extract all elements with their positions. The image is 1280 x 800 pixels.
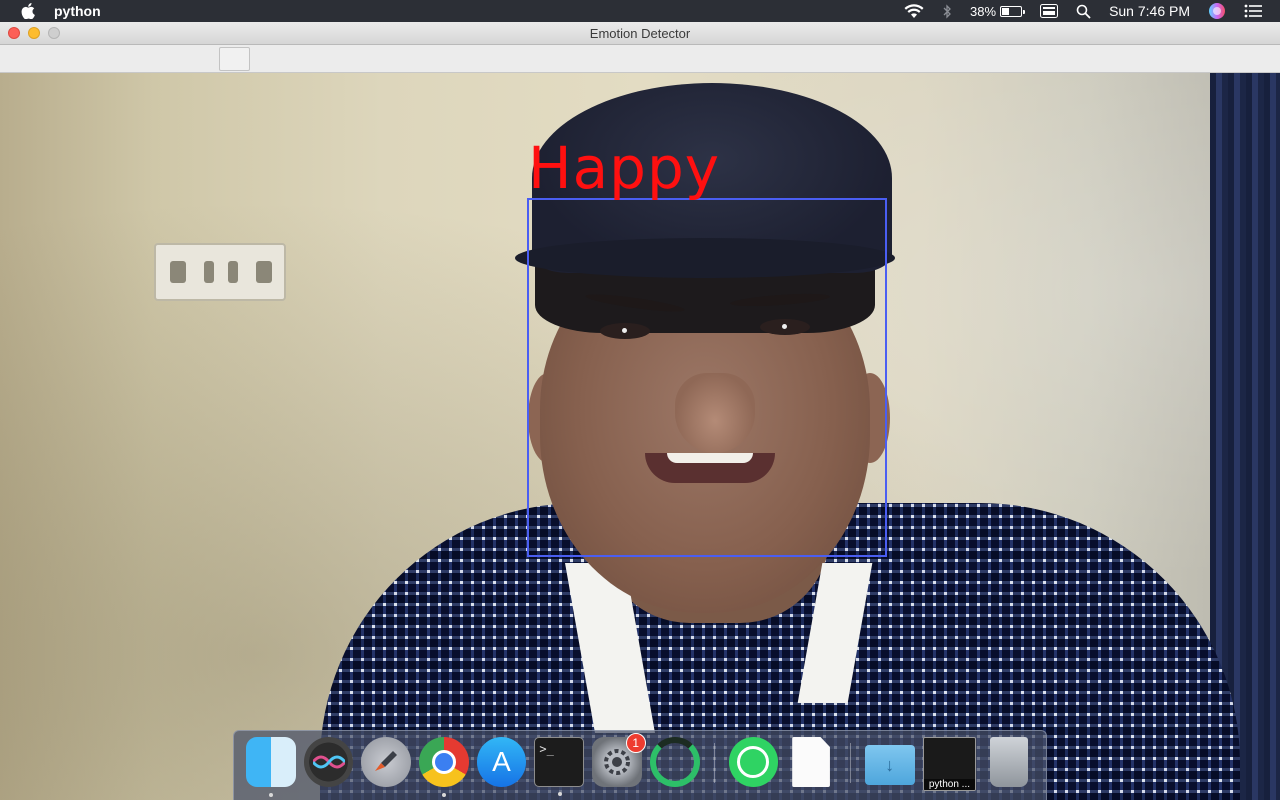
launchpad-icon[interactable] xyxy=(361,737,412,787)
dock-separator xyxy=(849,743,851,783)
minimize-button[interactable] xyxy=(28,27,40,39)
bluetooth-icon[interactable] xyxy=(942,3,952,19)
dock: A >_ 1 python ... xyxy=(233,730,1047,800)
system-preferences-icon[interactable]: 1 xyxy=(592,733,646,787)
emotion-label: Happy xyxy=(528,134,721,202)
ring-icon[interactable] xyxy=(649,737,700,787)
python-window-icon[interactable]: python ... xyxy=(922,737,977,791)
document-icon[interactable] xyxy=(792,737,830,787)
app-store-icon[interactable]: A xyxy=(476,737,527,787)
app-menu-name[interactable]: python xyxy=(54,3,101,19)
menu-bar: python 38% Sun 7:46 PM xyxy=(0,0,1280,22)
whatsapp-icon[interactable] xyxy=(728,737,779,787)
battery-fill xyxy=(1002,7,1009,15)
battery-status[interactable]: 38% xyxy=(970,3,1026,19)
camera-feed: Happy xyxy=(0,73,1280,800)
battery-percent: 38% xyxy=(970,3,997,19)
window-toolbar xyxy=(0,45,1280,73)
wifi-icon[interactable] xyxy=(904,3,924,19)
dock-separator xyxy=(713,743,715,783)
terminal-icon[interactable]: >_ xyxy=(534,737,585,796)
battery-icon xyxy=(1000,5,1026,17)
spotlight-icon[interactable] xyxy=(1076,4,1091,19)
minimized-window-label: python ... xyxy=(923,779,976,790)
clock[interactable]: Sun 7:46 PM xyxy=(1109,3,1190,19)
apple-icon[interactable] xyxy=(20,3,36,19)
trash-icon[interactable] xyxy=(990,737,1029,787)
window-title: Emotion Detector xyxy=(589,25,691,41)
siri-icon[interactable] xyxy=(1208,2,1226,20)
notification-center-icon[interactable] xyxy=(1244,4,1262,18)
chrome-icon[interactable] xyxy=(419,737,469,797)
input-menu-icon[interactable] xyxy=(1040,4,1059,18)
notification-badge: 1 xyxy=(625,733,646,753)
face-detection-box xyxy=(527,198,887,557)
wall-socket xyxy=(154,243,286,301)
window-controls xyxy=(8,27,60,39)
downloads-folder-icon[interactable] xyxy=(864,745,915,785)
zoom-button[interactable] xyxy=(48,27,60,39)
window-titlebar[interactable]: Emotion Detector xyxy=(0,22,1280,45)
siri-icon[interactable] xyxy=(303,737,354,787)
toolbar-button[interactable] xyxy=(219,47,250,71)
finder-icon[interactable] xyxy=(246,737,296,797)
close-button[interactable] xyxy=(8,27,20,39)
